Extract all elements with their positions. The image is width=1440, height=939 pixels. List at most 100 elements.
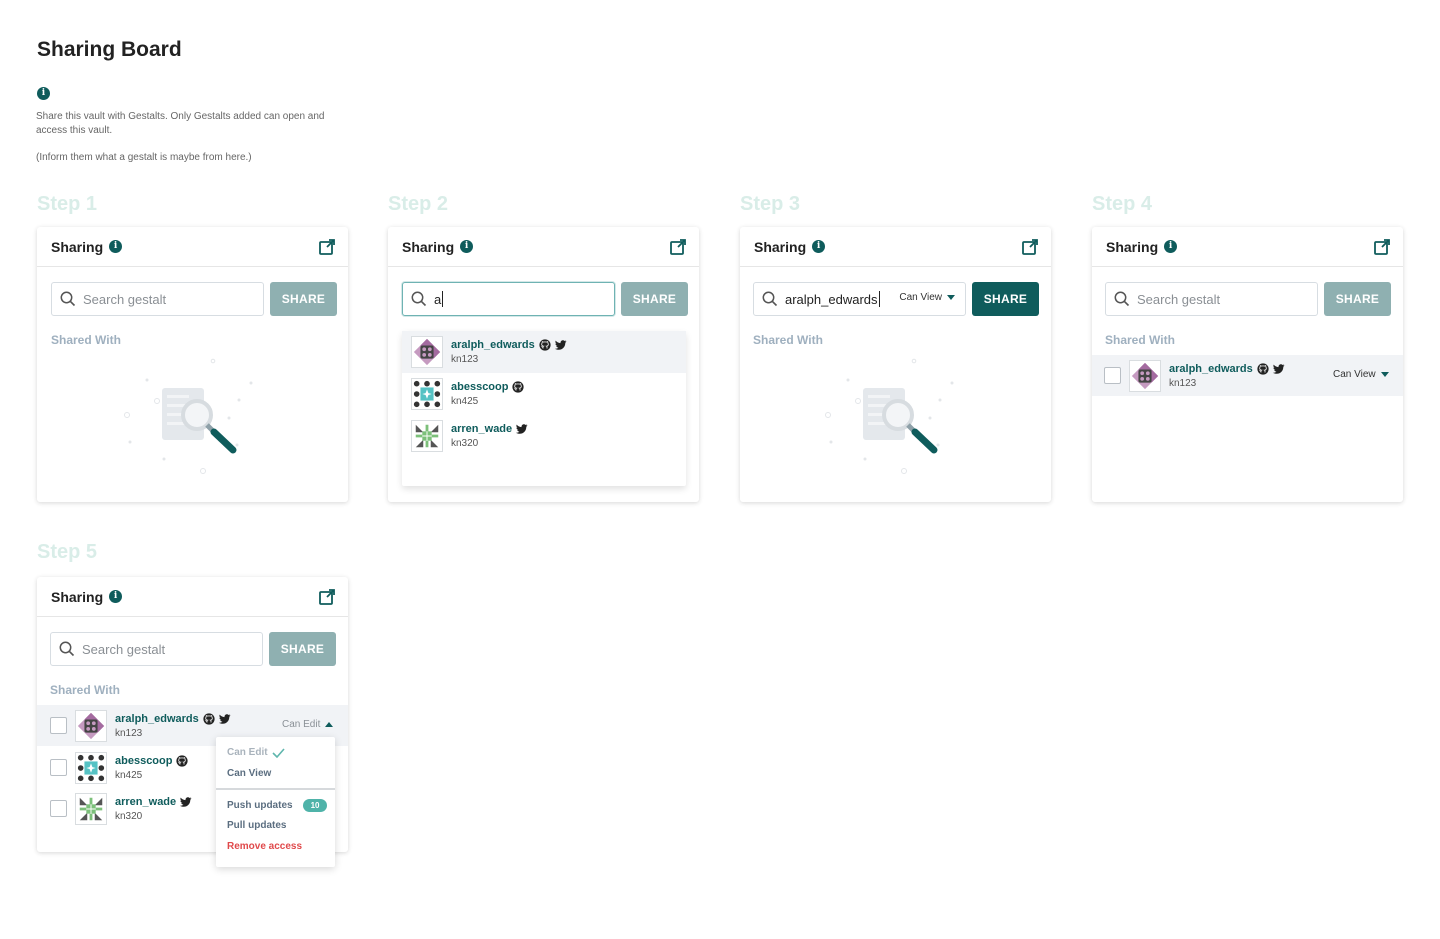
step-label-1: Step 1 bbox=[37, 193, 98, 215]
permission-select[interactable]: Can View bbox=[1333, 369, 1389, 380]
row-checkbox[interactable] bbox=[50, 759, 67, 776]
twitter-icon bbox=[219, 713, 231, 725]
user-name: arren_wade bbox=[451, 423, 513, 435]
menu-item-label: Push updates bbox=[227, 800, 293, 811]
github-icon bbox=[176, 755, 188, 767]
avatar bbox=[75, 792, 107, 825]
card-header: Sharing i bbox=[1092, 227, 1403, 267]
info-icon[interactable]: i bbox=[1164, 240, 1178, 253]
user-name: aralph_edwards bbox=[451, 339, 535, 351]
info-icon[interactable]: i bbox=[109, 240, 123, 253]
chevron-down-icon bbox=[1380, 372, 1389, 377]
shared-with-label: Shared With bbox=[753, 333, 823, 347]
menu-item-can-edit[interactable]: Can Edit bbox=[227, 747, 285, 758]
card-header: Sharing i bbox=[388, 227, 699, 267]
menu-divider bbox=[216, 788, 335, 790]
card-title: Sharing bbox=[402, 238, 455, 255]
search-value: a bbox=[434, 291, 442, 307]
search-result-item[interactable]: aralph_edwards kn123 bbox=[402, 331, 686, 373]
search-icon bbox=[411, 291, 427, 307]
empty-search-illustration-icon bbox=[818, 355, 968, 480]
permission-label: Can View bbox=[899, 292, 942, 303]
share-button[interactable]: SHARE bbox=[1324, 282, 1391, 316]
step-label-5: Step 5 bbox=[37, 541, 98, 563]
user-name: aralph_edwards bbox=[115, 712, 199, 725]
external-link-icon[interactable] bbox=[1373, 238, 1391, 256]
search-result-item[interactable]: arren_wade kn320 bbox=[402, 415, 686, 457]
search-results-dropdown: aralph_edwards kn123 abesscoop kn425 arr… bbox=[402, 331, 686, 486]
user-id: kn320 bbox=[115, 810, 143, 822]
card-header: Sharing i bbox=[37, 227, 348, 267]
share-button[interactable]: SHARE bbox=[270, 282, 337, 316]
empty-search-illustration-icon bbox=[117, 355, 267, 480]
user-name: abesscoop bbox=[451, 381, 509, 393]
share-button[interactable]: SHARE bbox=[972, 282, 1039, 316]
row-checkbox[interactable] bbox=[50, 717, 67, 734]
twitter-icon bbox=[1273, 363, 1285, 375]
search-icon bbox=[59, 641, 75, 657]
user-id: kn123 bbox=[451, 354, 479, 365]
permission-select[interactable]: Can Edit bbox=[282, 719, 334, 730]
avatar bbox=[75, 709, 107, 742]
search-icon bbox=[762, 291, 778, 307]
sharing-card-step2: Sharing i a SHARE aralph_edwards kn123 a… bbox=[388, 227, 699, 502]
user-id: kn320 bbox=[451, 438, 479, 449]
user-name: aralph_edwards bbox=[1169, 362, 1253, 375]
menu-item-pull-updates[interactable]: Pull updates bbox=[227, 820, 286, 831]
permission-select[interactable]: Can View bbox=[899, 292, 955, 303]
external-link-icon[interactable] bbox=[318, 238, 336, 256]
info-icon[interactable]: i bbox=[109, 590, 123, 603]
page-note: (Inform them what a gestalt is maybe fro… bbox=[36, 152, 252, 163]
sharing-card-step3: Sharing i aralph_edwards Can View SHARE … bbox=[740, 227, 1051, 502]
search-result-item[interactable]: abesscoop kn425 bbox=[402, 373, 686, 415]
info-icon[interactable]: i bbox=[812, 240, 826, 253]
github-icon bbox=[1257, 363, 1269, 375]
card-title: Sharing bbox=[51, 238, 104, 255]
permission-menu: Can Edit Can View Push updates 10 Pull u… bbox=[216, 737, 335, 867]
check-icon bbox=[271, 747, 285, 758]
github-icon bbox=[512, 381, 524, 393]
twitter-icon bbox=[180, 796, 192, 808]
card-title: Sharing bbox=[1106, 238, 1159, 255]
user-id: kn425 bbox=[451, 396, 479, 407]
search-value: aralph_edwards bbox=[785, 291, 878, 307]
permission-label: Can Edit bbox=[282, 719, 321, 730]
external-link-icon[interactable] bbox=[669, 238, 687, 256]
sharing-card-step4: Sharing i Search gestalt SHARE Shared Wi… bbox=[1092, 227, 1403, 502]
external-link-icon[interactable] bbox=[318, 588, 336, 606]
push-count-badge: 10 bbox=[302, 799, 328, 812]
row-checkbox[interactable] bbox=[1104, 367, 1121, 384]
github-icon bbox=[203, 713, 215, 725]
step-label-4: Step 4 bbox=[1092, 193, 1153, 215]
page-title: Sharing Board bbox=[37, 38, 182, 61]
sharing-card-step1: Sharing i Search gestalt SHARE Shared Wi… bbox=[37, 227, 348, 502]
user-id: kn123 bbox=[1169, 377, 1197, 389]
search-icon bbox=[1114, 291, 1130, 307]
search-input[interactable]: a bbox=[402, 282, 615, 316]
menu-item-can-view[interactable]: Can View bbox=[227, 768, 271, 779]
page-description: Share this vault with Gestalts. Only Ges… bbox=[36, 111, 325, 136]
external-link-icon[interactable] bbox=[1021, 238, 1039, 256]
twitter-icon bbox=[555, 339, 567, 351]
search-input[interactable]: Search gestalt bbox=[1105, 282, 1318, 316]
share-button[interactable]: SHARE bbox=[269, 632, 336, 666]
shared-with-label: Shared With bbox=[1105, 333, 1175, 347]
menu-item-remove-access[interactable]: Remove access bbox=[227, 841, 302, 852]
step-label-3: Step 3 bbox=[740, 193, 801, 215]
card-header: Sharing i bbox=[37, 577, 348, 617]
avatar bbox=[1129, 359, 1161, 392]
avatar bbox=[75, 751, 107, 784]
avatar bbox=[411, 336, 443, 368]
info-icon[interactable]: i bbox=[37, 87, 50, 100]
share-button[interactable]: SHARE bbox=[621, 282, 688, 316]
row-checkbox[interactable] bbox=[50, 800, 67, 817]
search-placeholder: Search gestalt bbox=[1137, 291, 1221, 307]
avatar bbox=[411, 378, 443, 410]
info-icon[interactable]: i bbox=[460, 240, 474, 253]
search-input[interactable]: Search gestalt bbox=[51, 282, 264, 316]
menu-item-push-updates[interactable]: Push updates 10 bbox=[227, 799, 328, 812]
search-input[interactable]: Search gestalt bbox=[50, 632, 263, 666]
search-input[interactable]: aralph_edwards Can View bbox=[753, 282, 966, 316]
shared-with-label: Shared With bbox=[50, 683, 120, 697]
user-id: kn123 bbox=[115, 727, 143, 739]
